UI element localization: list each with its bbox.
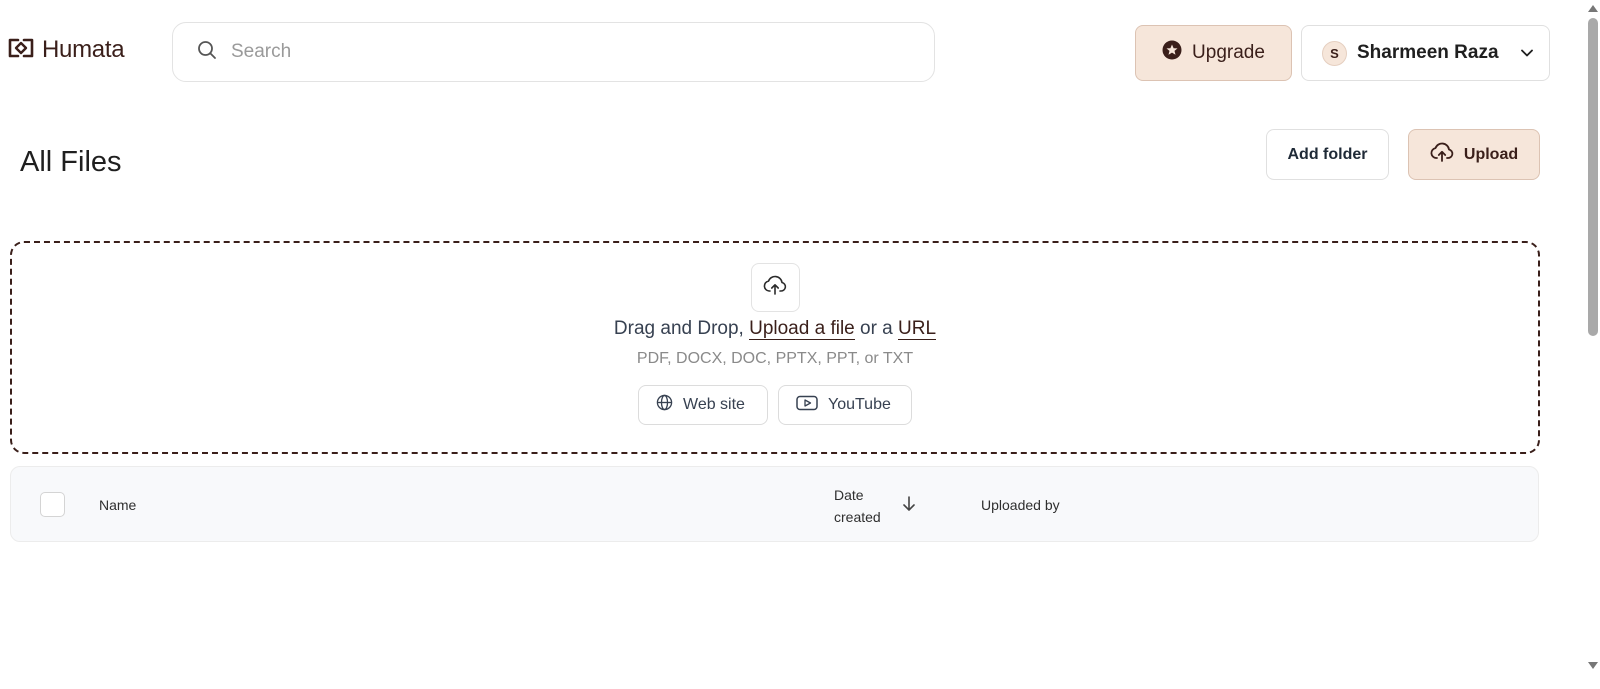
column-date-created[interactable]: Date created [834, 484, 917, 528]
cloud-upload-icon [763, 274, 787, 301]
files-table-header: Name Date created Uploaded by [10, 466, 1539, 542]
page-title: All Files [20, 146, 122, 178]
dropzone-middle: or a [854, 318, 899, 339]
cloud-upload-icon [1430, 141, 1454, 168]
upgrade-button[interactable]: Upgrade [1135, 25, 1292, 81]
humata-logo-icon [6, 37, 36, 64]
website-button[interactable]: Web site [638, 385, 768, 425]
user-name: Sharmeen Raza [1357, 42, 1499, 63]
logo-text: Humata [42, 36, 125, 63]
arrow-down-icon [901, 495, 917, 518]
search-icon [197, 40, 217, 65]
supported-formats: PDF, DOCX, DOC, PPTX, PPT, or TXT [636, 350, 914, 367]
globe-icon [656, 394, 673, 416]
column-uploaded-by[interactable]: Uploaded by [981, 497, 1060, 513]
user-menu-button[interactable]: S Sharmeen Raza [1301, 25, 1550, 81]
select-all-checkbox[interactable] [40, 492, 65, 517]
upgrade-label: Upgrade [1192, 42, 1265, 63]
upload-dropzone[interactable]: Drag and Drop, Upload a file or a URL PD… [10, 241, 1540, 454]
dropzone-upload-button[interactable] [750, 263, 800, 312]
column-name[interactable]: Name [99, 497, 136, 513]
website-label: Web site [683, 396, 745, 413]
vertical-scrollbar[interactable] [1585, 0, 1600, 689]
page: Humata Upgrade S Sharmeen Raza [0, 0, 1600, 689]
upload-button[interactable]: Upload [1408, 129, 1540, 180]
scroll-down-arrow[interactable] [1588, 662, 1598, 669]
youtube-label: YouTube [828, 396, 891, 413]
scroll-up-arrow[interactable] [1588, 5, 1598, 12]
column-date-created-label: Date created [834, 487, 881, 525]
youtube-button[interactable]: YouTube [778, 385, 912, 425]
add-folder-button[interactable]: Add folder [1266, 129, 1389, 180]
scroll-thumb[interactable] [1588, 18, 1598, 336]
search-bar[interactable] [172, 22, 935, 82]
chevron-down-icon [1519, 45, 1535, 61]
url-link[interactable]: URL [898, 318, 937, 340]
avatar: S [1322, 40, 1347, 66]
logo[interactable]: Humata [6, 36, 125, 64]
upload-file-link[interactable]: Upload a file [749, 318, 855, 340]
dropzone-instructions: Drag and Drop, Upload a file or a URL [613, 318, 937, 340]
star-badge-icon [1162, 40, 1182, 66]
source-chips: Web site YouTube [638, 385, 912, 425]
upload-label: Upload [1463, 145, 1519, 163]
youtube-icon [796, 395, 818, 416]
search-input[interactable] [231, 41, 881, 63]
dropzone-prefix: Drag and Drop, [613, 318, 750, 339]
